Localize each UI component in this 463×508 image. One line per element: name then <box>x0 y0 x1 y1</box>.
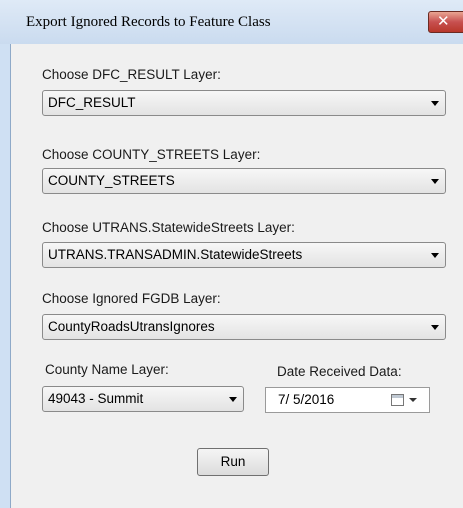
county-name-dropdown[interactable]: 49043 - Summit <box>42 386 244 412</box>
title-bar: Export Ignored Records to Feature Class … <box>0 0 463 44</box>
chevron-down-icon <box>431 101 439 106</box>
statewide-streets-label: Choose UTRANS.StatewideStreets Layer: <box>42 220 295 235</box>
ignored-fgdb-value: CountyRoadsUtransIgnores <box>48 319 215 334</box>
county-streets-dropdown[interactable]: COUNTY_STREETS <box>42 168 446 194</box>
run-button[interactable]: Run <box>197 448 269 476</box>
county-name-value: 49043 - Summit <box>48 391 144 406</box>
county-name-label: County Name Layer: <box>45 362 169 377</box>
calendar-icon[interactable] <box>391 394 404 406</box>
statewide-streets-value: UTRANS.TRANSADMIN.StatewideStreets <box>48 247 303 262</box>
statewide-streets-dropdown[interactable]: UTRANS.TRANSADMIN.StatewideStreets <box>42 242 446 268</box>
county-streets-value: COUNTY_STREETS <box>48 173 175 188</box>
date-received-label: Date Received Data: <box>277 364 402 379</box>
chevron-down-icon <box>431 253 439 258</box>
chevron-down-icon <box>431 325 439 330</box>
dialog-content: Choose DFC_RESULT Layer: DFC_RESULT Choo… <box>10 44 463 508</box>
chevron-down-icon <box>431 179 439 184</box>
ignored-fgdb-label: Choose Ignored FGDB Layer: <box>42 291 221 306</box>
chevron-down-icon[interactable] <box>409 398 417 402</box>
window-title: Export Ignored Records to Feature Class <box>26 14 271 30</box>
dfc-result-value: DFC_RESULT <box>48 95 136 110</box>
dialog-window: Export Ignored Records to Feature Class … <box>0 0 463 508</box>
dfc-result-label: Choose DFC_RESULT Layer: <box>42 67 221 82</box>
county-streets-label: Choose COUNTY_STREETS Layer: <box>42 147 261 162</box>
close-icon: ✕ <box>437 12 450 30</box>
date-received-picker[interactable]: 7/ 5/2016 <box>265 387 430 413</box>
chevron-down-icon <box>229 397 237 402</box>
ignored-fgdb-dropdown[interactable]: CountyRoadsUtransIgnores <box>42 314 446 340</box>
date-received-value: 7/ 5/2016 <box>278 392 335 407</box>
dfc-result-dropdown[interactable]: DFC_RESULT <box>42 90 446 116</box>
close-button[interactable]: ✕ <box>428 11 463 33</box>
